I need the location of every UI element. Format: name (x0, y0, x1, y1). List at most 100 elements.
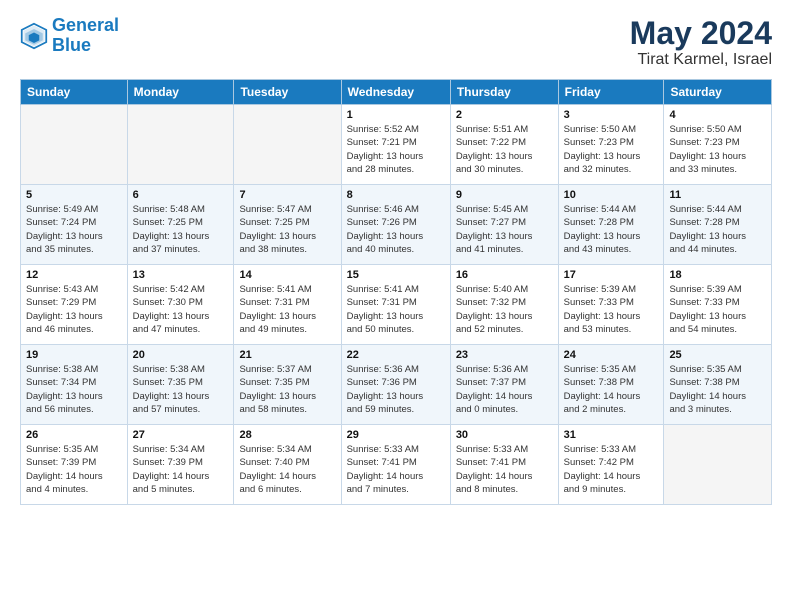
weekday-header-sunday: Sunday (21, 80, 128, 105)
weekday-header-friday: Friday (558, 80, 664, 105)
calendar-cell: 1 Sunrise: 5:52 AM Sunset: 7:21 PM Daylig… (341, 105, 450, 185)
calendar-cell: 19 Sunrise: 5:38 AM Sunset: 7:34 PM Dayli… (21, 345, 128, 425)
day-info: Sunrise: 5:35 AM Sunset: 7:38 PM Dayligh… (669, 363, 766, 416)
day-info: Sunrise: 5:52 AM Sunset: 7:21 PM Dayligh… (347, 123, 445, 176)
day-info: Sunrise: 5:45 AM Sunset: 7:27 PM Dayligh… (456, 203, 553, 256)
calendar-cell: 30 Sunrise: 5:33 AM Sunset: 7:41 PM Dayli… (450, 425, 558, 505)
day-info: Sunrise: 5:36 AM Sunset: 7:36 PM Dayligh… (347, 363, 445, 416)
calendar-table: SundayMondayTuesdayWednesdayThursdayFrid… (20, 79, 772, 505)
calendar-cell: 29 Sunrise: 5:33 AM Sunset: 7:41 PM Dayli… (341, 425, 450, 505)
day-info: Sunrise: 5:33 AM Sunset: 7:41 PM Dayligh… (456, 443, 553, 496)
day-info: Sunrise: 5:42 AM Sunset: 7:30 PM Dayligh… (133, 283, 229, 336)
calendar-week-row: 19 Sunrise: 5:38 AM Sunset: 7:34 PM Dayli… (21, 345, 772, 425)
day-number: 23 (456, 349, 553, 361)
calendar-cell: 12Sunrise: 5:43 AM Sunset: 7:29 PM Dayli… (21, 265, 128, 345)
day-info: Sunrise: 5:51 AM Sunset: 7:22 PM Dayligh… (456, 123, 553, 176)
calendar-week-row: 1 Sunrise: 5:52 AM Sunset: 7:21 PM Daylig… (21, 105, 772, 185)
calendar-cell: 26Sunrise: 5:35 AM Sunset: 7:39 PM Dayli… (21, 425, 128, 505)
calendar-cell: 13Sunrise: 5:42 AM Sunset: 7:30 PM Dayli… (127, 265, 234, 345)
day-info: Sunrise: 5:35 AM Sunset: 7:38 PM Dayligh… (564, 363, 659, 416)
calendar-cell: 22 Sunrise: 5:36 AM Sunset: 7:36 PM Dayli… (341, 345, 450, 425)
day-number: 20 (133, 349, 229, 361)
calendar-week-row: 5 Sunrise: 5:49 AM Sunset: 7:24 PM Daylig… (21, 185, 772, 265)
day-number: 8 (347, 189, 445, 201)
day-info: Sunrise: 5:33 AM Sunset: 7:41 PM Dayligh… (347, 443, 445, 496)
day-number: 24 (564, 349, 659, 361)
calendar-cell: 28 Sunrise: 5:34 AM Sunset: 7:40 PM Dayli… (234, 425, 341, 505)
logo-general: General (52, 15, 119, 35)
header: General Blue May 2024 Tirat Karmel, Isra… (20, 16, 772, 69)
day-info: Sunrise: 5:34 AM Sunset: 7:40 PM Dayligh… (239, 443, 335, 496)
calendar-cell (21, 105, 128, 185)
month-title: May 2024 (630, 16, 772, 51)
calendar-cell: 3Sunrise: 5:50 AM Sunset: 7:23 PM Daylig… (558, 105, 664, 185)
day-info: Sunrise: 5:41 AM Sunset: 7:31 PM Dayligh… (239, 283, 335, 336)
calendar-cell: 6Sunrise: 5:48 AM Sunset: 7:25 PM Daylig… (127, 185, 234, 265)
day-number: 25 (669, 349, 766, 361)
calendar-cell: 31 Sunrise: 5:33 AM Sunset: 7:42 PM Dayli… (558, 425, 664, 505)
day-info: Sunrise: 5:50 AM Sunset: 7:23 PM Dayligh… (669, 123, 766, 176)
calendar-cell: 9 Sunrise: 5:45 AM Sunset: 7:27 PM Daylig… (450, 185, 558, 265)
calendar-cell: 4Sunrise: 5:50 AM Sunset: 7:23 PM Daylig… (664, 105, 772, 185)
logo: General Blue (20, 16, 119, 56)
calendar-cell: 25 Sunrise: 5:35 AM Sunset: 7:38 PM Dayli… (664, 345, 772, 425)
day-info: Sunrise: 5:49 AM Sunset: 7:24 PM Dayligh… (26, 203, 122, 256)
calendar-cell: 24 Sunrise: 5:35 AM Sunset: 7:38 PM Dayli… (558, 345, 664, 425)
day-info: Sunrise: 5:48 AM Sunset: 7:25 PM Dayligh… (133, 203, 229, 256)
day-info: Sunrise: 5:33 AM Sunset: 7:42 PM Dayligh… (564, 443, 659, 496)
day-number: 15 (347, 269, 445, 281)
calendar-cell: 27Sunrise: 5:34 AM Sunset: 7:39 PM Dayli… (127, 425, 234, 505)
calendar-cell: 16 Sunrise: 5:40 AM Sunset: 7:32 PM Dayli… (450, 265, 558, 345)
day-number: 5 (26, 189, 122, 201)
calendar-cell: 2 Sunrise: 5:51 AM Sunset: 7:22 PM Daylig… (450, 105, 558, 185)
day-number: 16 (456, 269, 553, 281)
calendar-cell (664, 425, 772, 505)
day-info: Sunrise: 5:37 AM Sunset: 7:35 PM Dayligh… (239, 363, 335, 416)
day-number: 26 (26, 429, 122, 441)
calendar-cell: 23Sunrise: 5:36 AM Sunset: 7:37 PM Dayli… (450, 345, 558, 425)
day-number: 10 (564, 189, 659, 201)
day-number: 12 (26, 269, 122, 281)
weekday-header-saturday: Saturday (664, 80, 772, 105)
day-number: 18 (669, 269, 766, 281)
calendar-cell (234, 105, 341, 185)
day-number: 30 (456, 429, 553, 441)
page: General Blue May 2024 Tirat Karmel, Isra… (0, 0, 792, 612)
day-number: 1 (347, 109, 445, 121)
day-info: Sunrise: 5:50 AM Sunset: 7:23 PM Dayligh… (564, 123, 659, 176)
day-info: Sunrise: 5:44 AM Sunset: 7:28 PM Dayligh… (564, 203, 659, 256)
day-number: 27 (133, 429, 229, 441)
day-info: Sunrise: 5:39 AM Sunset: 7:33 PM Dayligh… (564, 283, 659, 336)
calendar-cell: 8 Sunrise: 5:46 AM Sunset: 7:26 PM Daylig… (341, 185, 450, 265)
weekday-header-thursday: Thursday (450, 80, 558, 105)
day-number: 2 (456, 109, 553, 121)
calendar-cell: 15 Sunrise: 5:41 AM Sunset: 7:31 PM Dayli… (341, 265, 450, 345)
day-info: Sunrise: 5:38 AM Sunset: 7:34 PM Dayligh… (26, 363, 122, 416)
day-number: 29 (347, 429, 445, 441)
calendar-cell: 17Sunrise: 5:39 AM Sunset: 7:33 PM Dayli… (558, 265, 664, 345)
day-info: Sunrise: 5:46 AM Sunset: 7:26 PM Dayligh… (347, 203, 445, 256)
day-number: 19 (26, 349, 122, 361)
title-block: May 2024 Tirat Karmel, Israel (630, 16, 772, 69)
day-info: Sunrise: 5:40 AM Sunset: 7:32 PM Dayligh… (456, 283, 553, 336)
day-number: 21 (239, 349, 335, 361)
day-number: 11 (669, 189, 766, 201)
day-number: 7 (239, 189, 335, 201)
logo-icon (20, 22, 48, 50)
weekday-header-row: SundayMondayTuesdayWednesdayThursdayFrid… (21, 80, 772, 105)
day-number: 22 (347, 349, 445, 361)
calendar-cell: 18Sunrise: 5:39 AM Sunset: 7:33 PM Dayli… (664, 265, 772, 345)
day-info: Sunrise: 5:47 AM Sunset: 7:25 PM Dayligh… (239, 203, 335, 256)
logo-text: General Blue (52, 16, 119, 56)
calendar-cell: 7 Sunrise: 5:47 AM Sunset: 7:25 PM Daylig… (234, 185, 341, 265)
day-info: Sunrise: 5:44 AM Sunset: 7:28 PM Dayligh… (669, 203, 766, 256)
weekday-header-tuesday: Tuesday (234, 80, 341, 105)
day-number: 9 (456, 189, 553, 201)
day-number: 31 (564, 429, 659, 441)
day-number: 14 (239, 269, 335, 281)
day-info: Sunrise: 5:41 AM Sunset: 7:31 PM Dayligh… (347, 283, 445, 336)
day-info: Sunrise: 5:38 AM Sunset: 7:35 PM Dayligh… (133, 363, 229, 416)
calendar-cell: 5 Sunrise: 5:49 AM Sunset: 7:24 PM Daylig… (21, 185, 128, 265)
calendar-week-row: 12Sunrise: 5:43 AM Sunset: 7:29 PM Dayli… (21, 265, 772, 345)
day-number: 28 (239, 429, 335, 441)
